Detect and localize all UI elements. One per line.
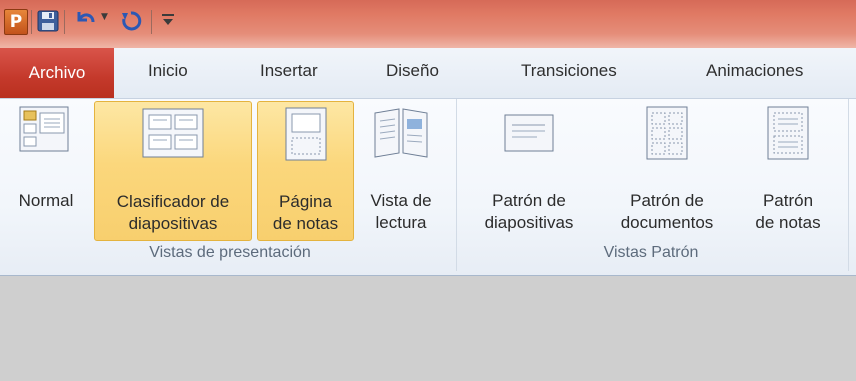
slide-sorter-label-line2: diapositivas	[128, 214, 218, 233]
slide-master-label-line1: Patrón de	[492, 191, 566, 210]
save-icon[interactable]	[37, 10, 59, 32]
notes-page-label-line1: Página	[279, 192, 332, 211]
slide-sorter-icon	[142, 108, 204, 158]
normal-view-icon	[19, 106, 69, 152]
group-separator	[848, 99, 849, 271]
slide-master-button[interactable]: Patrón de diapositivas	[464, 101, 594, 241]
handout-master-label-line1: Patrón de	[630, 191, 704, 210]
reading-view-icon	[374, 108, 428, 158]
notes-page-button[interactable]: Página de notas	[257, 101, 354, 241]
slide-master-icon	[504, 114, 554, 152]
notes-page-icon	[285, 107, 326, 161]
normal-view-button[interactable]: Normal	[0, 101, 92, 241]
workspace-area	[0, 276, 856, 381]
reading-view-label-line1: Vista de	[370, 191, 432, 210]
handout-master-icon	[646, 106, 688, 160]
reading-view-label-line2: lectura	[375, 213, 427, 232]
tab-insertar[interactable]: Insertar	[260, 61, 318, 81]
toolbar-separator	[31, 10, 32, 34]
undo-icon[interactable]	[73, 8, 97, 32]
reading-view-button[interactable]: Vista de lectura	[356, 101, 446, 241]
tab-diseno[interactable]: Diseño	[386, 61, 439, 81]
notes-master-icon	[767, 106, 809, 160]
tab-inicio[interactable]: Inicio	[148, 61, 188, 81]
slide-master-label-line2: diapositivas	[484, 213, 574, 232]
tab-transiciones[interactable]: Transiciones	[521, 61, 617, 81]
group-label-vistas-patron: Vistas Patrón	[603, 244, 699, 261]
group-separator	[456, 99, 457, 271]
notes-master-label-line2: de notas	[755, 213, 821, 232]
normal-view-label-line1: Normal	[18, 191, 74, 210]
ribbon-tab-row: Archivo Inicio Insertar Diseño Transicio…	[0, 48, 856, 98]
quick-access-toolbar: P ▼	[0, 0, 856, 48]
ribbon-panel: Normal Clasificador de diapositivas Pági…	[0, 98, 856, 276]
undo-dropdown-icon[interactable]: ▼	[101, 12, 111, 22]
group-label-vistas-presentacion: Vistas de presentación	[149, 244, 311, 261]
notes-master-button[interactable]: Patrón de notas	[738, 101, 838, 241]
toolbar-separator	[151, 10, 152, 34]
notes-master-label-line1: Patrón	[762, 191, 814, 210]
handout-master-label-line2: documentos	[620, 213, 714, 232]
customize-toolbar-icon[interactable]	[161, 11, 175, 27]
slide-sorter-button[interactable]: Clasificador de diapositivas	[94, 101, 252, 241]
slide-sorter-label-line1: Clasificador de	[116, 192, 230, 211]
notes-page-label-line2: de notas	[272, 214, 339, 233]
redo-icon[interactable]	[120, 9, 142, 33]
toolbar-separator	[64, 10, 65, 34]
tab-animaciones[interactable]: Animaciones	[706, 61, 803, 81]
tab-archivo[interactable]: Archivo	[0, 48, 114, 98]
handout-master-button[interactable]: Patrón de documentos	[596, 101, 738, 241]
powerpoint-logo-icon[interactable]: P	[4, 9, 28, 35]
